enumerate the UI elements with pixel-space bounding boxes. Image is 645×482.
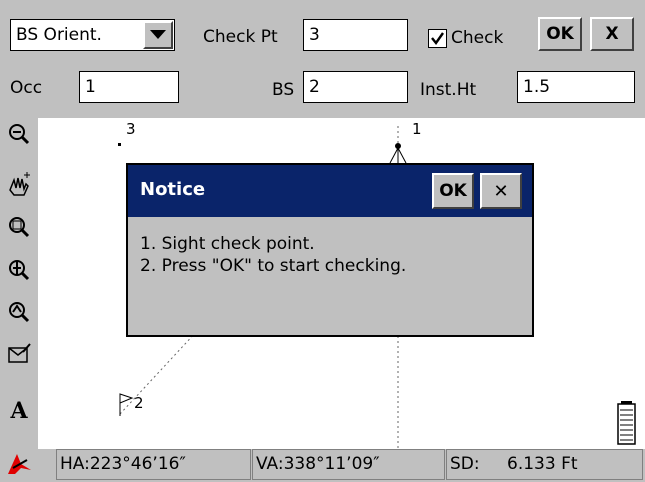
check-pt-field[interactable]: 3 — [303, 19, 408, 51]
mode-select-value: BS Orient. — [16, 25, 102, 45]
dialog-title: Notice — [140, 179, 206, 200]
check-checkbox[interactable] — [428, 29, 447, 48]
bs-field[interactable]: 2 — [303, 71, 408, 103]
zoom-extents-tool[interactable] — [4, 297, 34, 327]
ok-button[interactable]: OK — [538, 17, 582, 51]
zoom-out-tool[interactable] — [4, 119, 34, 149]
occ-label: Occ — [10, 78, 43, 98]
survey-red-icon — [8, 454, 31, 474]
close-button[interactable]: X — [590, 17, 634, 51]
zoom-in-tool[interactable] — [4, 255, 34, 285]
check-pt-label: Check Pt — [203, 27, 278, 47]
point-3-marker — [118, 143, 121, 146]
zoom-window-icon — [9, 217, 30, 238]
dialog-line-2: 2. Press "OK" to start checking. — [140, 256, 407, 276]
battery-icon — [617, 401, 636, 445]
check-label: Check — [451, 28, 504, 48]
bs-label: BS — [272, 80, 295, 100]
text-tool[interactable]: A — [4, 396, 34, 426]
sd-value: 6.133 Ft — [507, 454, 578, 474]
point-1-label: 1 — [412, 120, 422, 138]
flag-icon — [119, 393, 134, 416]
pan-hand-icon — [9, 172, 30, 196]
point-2-label: 2 — [134, 394, 144, 412]
inst-ht-label: Inst.Ht — [420, 80, 477, 100]
zoom-in-icon — [9, 260, 30, 281]
dialog-message: 1. Sight check point. 2. Press "OK" to s… — [140, 233, 406, 277]
dialog-line-1: 1. Sight check point. — [140, 234, 315, 254]
dialog-close-button[interactable]: ✕ — [480, 173, 522, 209]
pan-tool[interactable] — [4, 170, 34, 200]
layer-check-icon — [8, 343, 31, 363]
chevron-down-icon — [150, 30, 166, 39]
zoom-extents-icon — [9, 302, 30, 323]
text-size-icon: A — [10, 398, 28, 424]
instrument-icon — [389, 143, 407, 164]
zoom-out-icon — [9, 124, 30, 145]
occ-field[interactable]: 1 — [79, 71, 179, 103]
zoom-window-tool[interactable] — [4, 212, 34, 242]
notice-dialog: Notice OK ✕ 1. Sight check point. 2. Pre… — [126, 163, 534, 337]
dialog-titlebar: Notice OK ✕ — [128, 165, 532, 217]
point-3-label: 3 — [126, 120, 136, 138]
survey-tool[interactable] — [4, 448, 34, 478]
layer-check-tool[interactable] — [4, 339, 34, 369]
checkmark-icon — [431, 32, 444, 46]
sd-readout: SD: 6.133 Ft — [446, 449, 643, 480]
dialog-ok-button[interactable]: OK — [432, 173, 474, 209]
va-readout: VA:338°11’09″ — [252, 449, 445, 480]
inst-ht-field[interactable]: 1.5 — [517, 71, 635, 103]
sd-label: SD: — [450, 454, 480, 474]
ha-readout: HA:223°46’16″ — [56, 449, 251, 480]
mode-dropdown-button[interactable] — [143, 21, 173, 49]
